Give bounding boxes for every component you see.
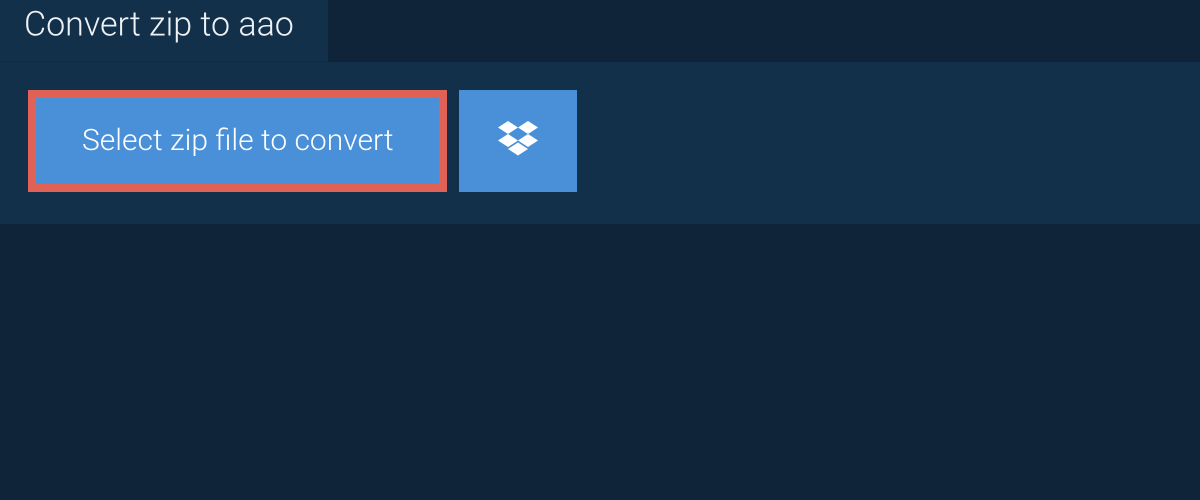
dropbox-icon <box>498 121 538 161</box>
action-row: Select zip file to convert <box>0 62 1200 192</box>
select-file-label: Select zip file to convert <box>82 126 393 156</box>
select-file-button[interactable]: Select zip file to convert <box>28 90 447 192</box>
converter-panel: Select zip file to convert <box>0 62 1200 224</box>
dropbox-button[interactable] <box>459 90 577 192</box>
page-title: Convert zip to aao <box>24 5 294 45</box>
page-title-tab: Convert zip to aao <box>0 0 328 62</box>
